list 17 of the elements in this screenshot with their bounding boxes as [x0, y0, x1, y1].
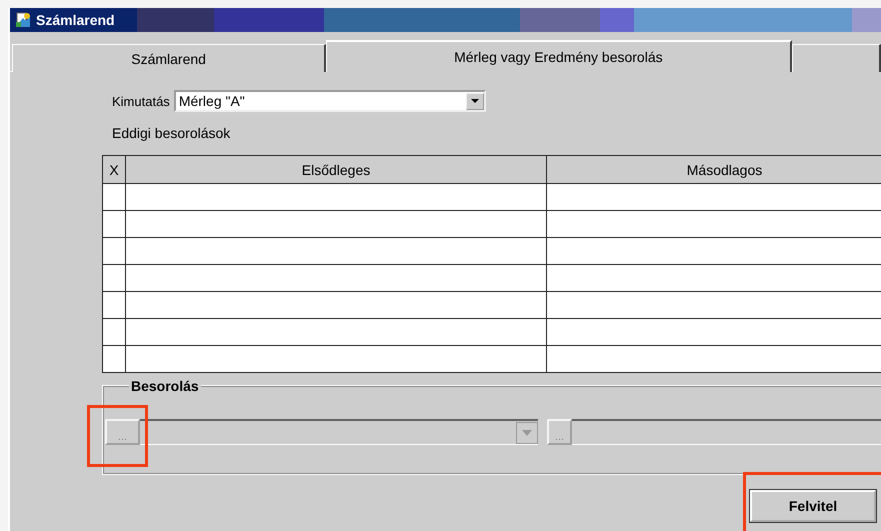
column-header: Másodlagos	[546, 156, 881, 184]
section-label: Eddigi besorolások	[112, 125, 232, 141]
input-field[interactable]	[572, 419, 881, 445]
submit-button[interactable]: Felvitel	[750, 490, 876, 522]
column-header: X	[102, 156, 126, 184]
window-title: Számlarend	[36, 12, 115, 28]
classification-dropdown[interactable]	[140, 419, 538, 445]
tab[interactable]: Számlarend	[12, 44, 326, 72]
tab[interactable]	[792, 44, 881, 72]
column-header: Elsődleges	[126, 156, 546, 184]
caret-icon	[470, 99, 479, 103]
app-icon	[14, 11, 32, 29]
group-title: Besorolás	[129, 378, 201, 394]
report-dropdown[interactable]: Mérleg "A"	[174, 90, 486, 112]
field-label: Kimutatás	[112, 94, 170, 108]
caret-icon	[516, 422, 538, 444]
tab[interactable]: Mérleg vagy Eredmény besorolás	[326, 40, 792, 72]
